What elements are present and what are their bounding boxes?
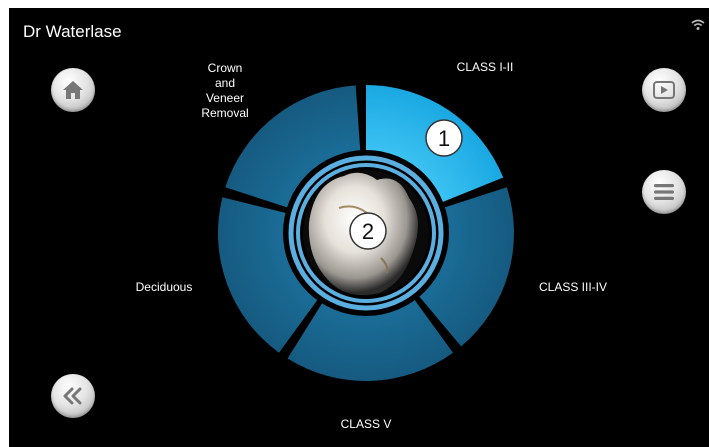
play-icon <box>653 81 675 99</box>
back-button[interactable] <box>51 374 95 418</box>
segment-label-class-i-ii: CLASS I-II <box>456 60 514 74</box>
segment-label-class-iii-iv: CLASS III-IV <box>538 280 608 294</box>
marker-2-label: 2 <box>362 219 374 244</box>
home-button[interactable] <box>51 68 95 112</box>
menu-icon <box>654 184 674 200</box>
class-wheel: 12 <box>218 85 514 381</box>
home-icon <box>63 81 83 99</box>
segment-label-deciduous: Deciduous <box>135 280 193 294</box>
app-screen: Dr Waterlase 1 2 CLASS I-II CLASS III-IV… <box>9 8 709 447</box>
marker-1-label: 1 <box>438 126 450 151</box>
play-video-button[interactable] <box>642 68 686 112</box>
menu-button[interactable] <box>642 170 686 214</box>
segment-label-class-v: CLASS V <box>340 417 392 431</box>
double-chevron-left-icon <box>63 387 82 405</box>
segment-label-crown-veneer-removal: Crown and Veneer Removal <box>201 61 249 120</box>
